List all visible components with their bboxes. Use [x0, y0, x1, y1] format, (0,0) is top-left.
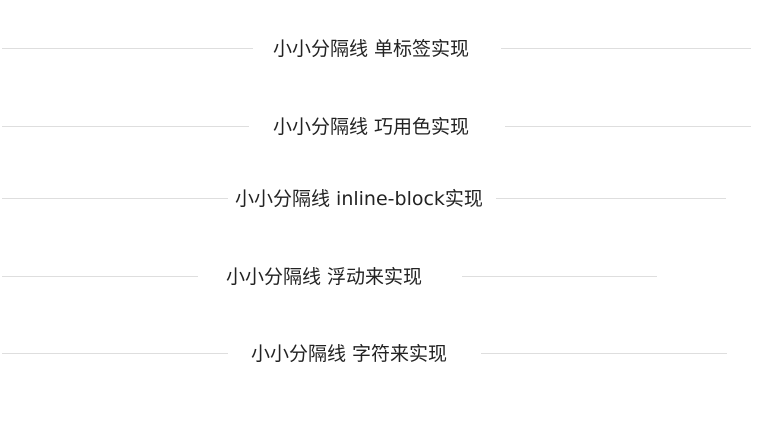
divider-line-right [496, 198, 726, 199]
divider-label: 小小分隔线 字符来实现 [251, 343, 448, 365]
divider-background-color: 小小分隔线 巧用色实现 [0, 112, 771, 142]
divider-line-right [501, 48, 751, 49]
divider-label: 小小分隔线 inline-block实现 [235, 188, 483, 210]
divider-label: 小小分隔线 巧用色实现 [273, 116, 470, 138]
divider-line-right [505, 126, 751, 127]
divider-float: 小小分隔线 浮动来实现 [0, 262, 771, 292]
divider-label: 小小分隔线 浮动来实现 [226, 266, 423, 288]
divider-line-left [2, 198, 228, 199]
divider-line-left [2, 126, 249, 127]
divider-line-left [2, 276, 198, 277]
divider-label: 小小分隔线 单标签实现 [273, 38, 470, 60]
divider-characters: 小小分隔线 字符来实现 [0, 339, 771, 369]
divider-line-right [481, 353, 727, 354]
divider-line-left [2, 353, 228, 354]
divider-single-tag: 小小分隔线 单标签实现 [0, 34, 771, 64]
divider-line-left [2, 48, 253, 49]
divider-inline-block: 小小分隔线 inline-block实现 [0, 184, 771, 214]
divider-line-right [462, 276, 657, 277]
